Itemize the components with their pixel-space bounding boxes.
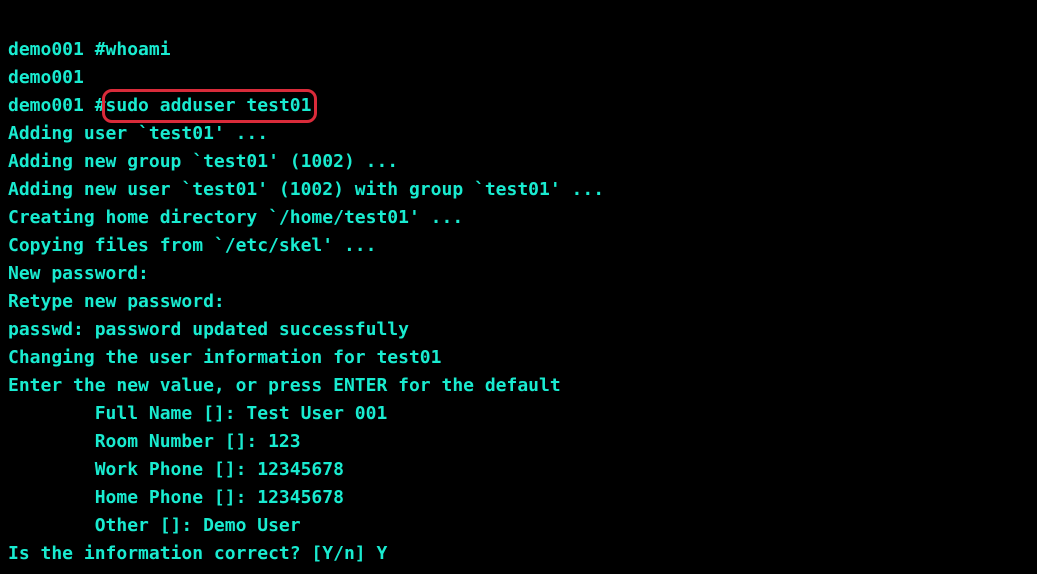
output-line: passwd: password updated successfully — [8, 319, 409, 340]
command-whoami: whoami — [106, 39, 171, 60]
output-line: Work Phone []: 12345678 — [8, 459, 344, 480]
command-sudo-adduser: sudo adduser test01 — [106, 92, 312, 120]
output-line: Adding new group `test01' (1002) ... — [8, 151, 398, 172]
output-line: demo001 — [8, 67, 84, 88]
output-line: Enter the new value, or press ENTER for … — [8, 375, 561, 396]
output-line: Adding new user `test01' (1002) with gro… — [8, 179, 604, 200]
prompt: demo001 # — [8, 39, 106, 60]
output-line: Room Number []: 123 — [8, 431, 301, 452]
terminal[interactable]: demo001 #whoami demo001 demo001 #sudo ad… — [8, 8, 1029, 568]
output-line: Changing the user information for test01 — [8, 347, 441, 368]
output-line: Full Name []: Test User 001 — [8, 403, 387, 424]
output-line: New password: — [8, 263, 149, 284]
output-line: Is the information correct? [Y/n] Y — [8, 543, 387, 564]
output-line: Adding user `test01' ... — [8, 123, 268, 144]
output-line: Copying files from `/etc/skel' ... — [8, 235, 376, 256]
output-line: Creating home directory `/home/test01' .… — [8, 207, 463, 228]
prompt: demo001 # — [8, 95, 106, 116]
output-line: Home Phone []: 12345678 — [8, 487, 344, 508]
output-line: Retype new password: — [8, 291, 225, 312]
output-line: Other []: Demo User — [8, 515, 301, 536]
